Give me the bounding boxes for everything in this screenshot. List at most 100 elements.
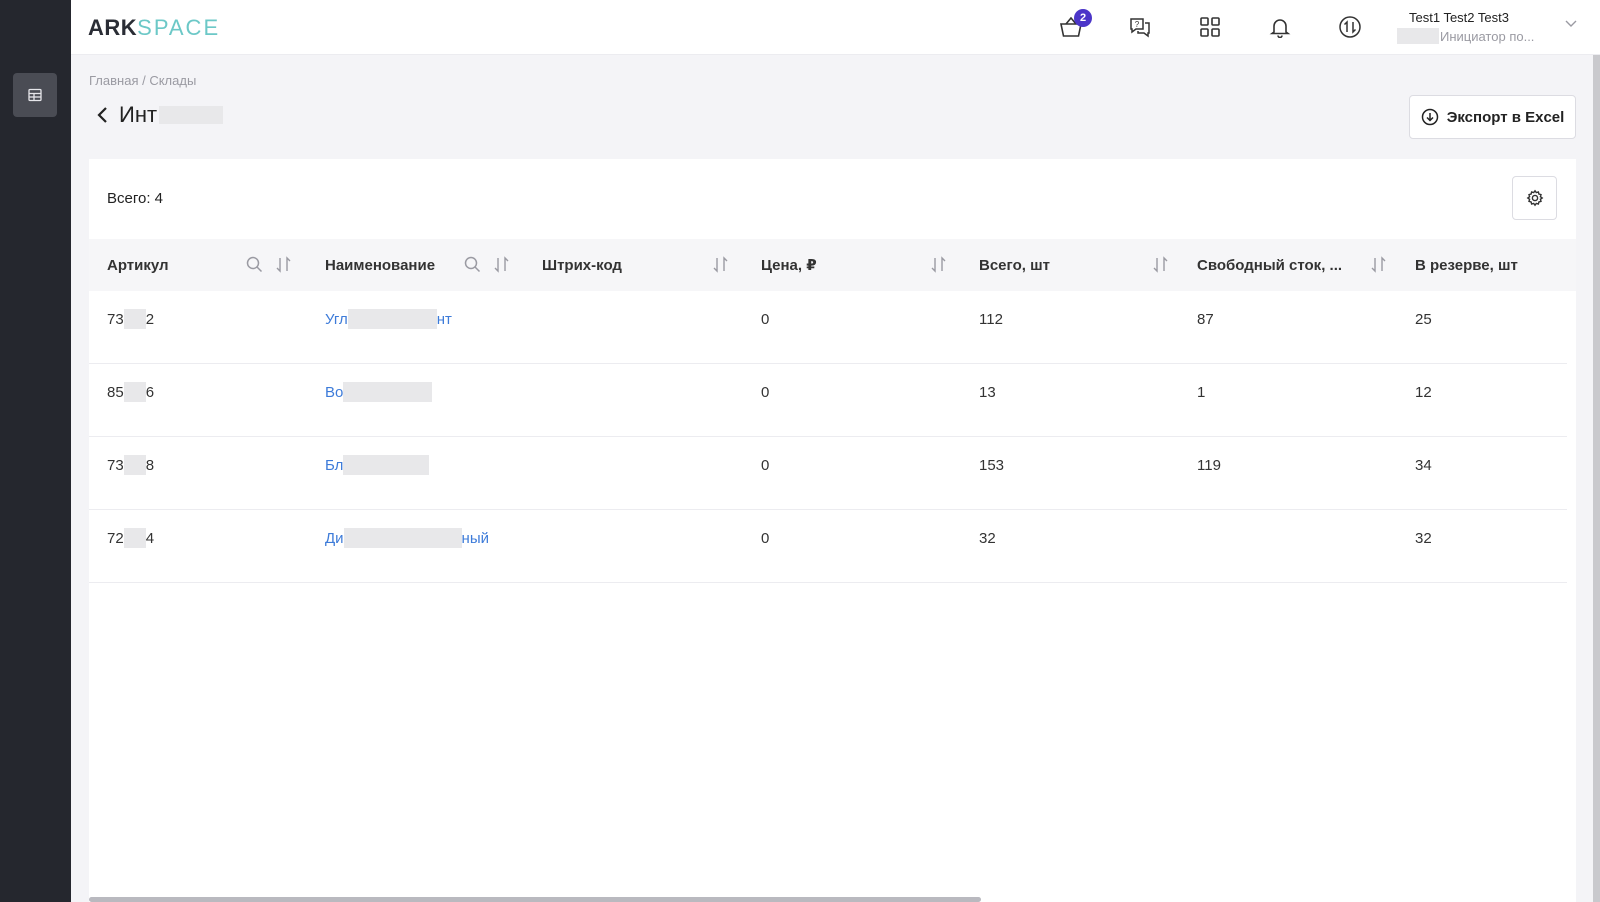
search-icon[interactable]: [246, 256, 263, 273]
exchange-icon: [1339, 16, 1361, 38]
name-start: Во: [325, 383, 344, 401]
column-header-name[interactable]: Наименование: [325, 239, 435, 291]
sku-cell: 73 8: [107, 437, 154, 493]
price-cell: 0: [761, 383, 770, 401]
page-title: Инт: [119, 102, 158, 127]
sort-icon[interactable]: [712, 256, 729, 273]
redacted-block: [159, 106, 224, 124]
column-header-reserved[interactable]: В резерве, шт: [1415, 239, 1518, 291]
table-row[interactable]: 73 2 Угл нт 0 112 87 25: [89, 291, 1567, 364]
apps-grid-icon: [1200, 17, 1220, 37]
name-link[interactable]: Ди ный: [325, 510, 489, 566]
user-name: Test1 Test2 Test3: [1409, 10, 1509, 25]
redacted-block: [347, 309, 437, 329]
sort-icon[interactable]: [1370, 256, 1387, 273]
sku-end: 2: [145, 310, 155, 328]
exchange-button[interactable]: [1335, 12, 1365, 42]
table-icon: [28, 88, 42, 102]
table-row[interactable]: 72 4 Ди ный 0 32 32: [89, 510, 1567, 583]
apps-button[interactable]: [1195, 12, 1225, 42]
redacted-block: [123, 309, 146, 329]
horizontal-scrollbar[interactable]: [89, 897, 981, 902]
table-settings-button[interactable]: [1512, 176, 1557, 220]
redacted-block: [343, 455, 430, 475]
warehouse-table-card: Всего: 4 Артикул Наименование Штрих-код …: [89, 159, 1576, 902]
sku-end: 8: [145, 456, 155, 474]
user-menu[interactable]: Test1 Test2 Test3 Инициатор по...: [1397, 10, 1572, 44]
free-stock-cell: 1: [1197, 383, 1206, 401]
sku-cell: 73 2: [107, 291, 154, 347]
logo[interactable]: ARKSPACE: [88, 15, 220, 41]
cart-button[interactable]: 2: [1056, 9, 1092, 42]
sku-end: 4: [145, 529, 155, 547]
search-icon[interactable]: [464, 256, 481, 273]
price-cell: 0: [761, 529, 770, 547]
name-start: Угл: [325, 310, 348, 328]
sku-cell: 85 6: [107, 364, 154, 420]
bell-icon: [1269, 19, 1291, 38]
reserved-cell: 12: [1415, 383, 1432, 401]
download-icon: [1421, 108, 1438, 126]
name-link[interactable]: Угл нт: [325, 291, 452, 347]
redacted-block: [123, 455, 146, 475]
sort-icon[interactable]: [275, 256, 292, 273]
total-cell: 153: [979, 456, 1005, 474]
redacted-block: [343, 528, 462, 548]
export-excel-button[interactable]: Экспорт в Excel: [1409, 95, 1576, 139]
reserved-cell: 32: [1415, 529, 1432, 547]
redacted-block: [123, 382, 146, 402]
name-link[interactable]: Во: [325, 364, 433, 420]
redacted-block: [343, 382, 433, 402]
sku-start: 73: [107, 310, 124, 328]
sort-icon[interactable]: [1152, 256, 1169, 273]
price-cell: 0: [761, 310, 770, 328]
gear-icon: [1526, 189, 1543, 207]
name-link[interactable]: Бл: [325, 437, 430, 493]
column-header-free-stock[interactable]: Свободный сток, ...: [1197, 239, 1342, 291]
name-end: нт: [436, 310, 452, 328]
free-stock-cell: 87: [1197, 310, 1214, 328]
logo-part-1: ARK: [88, 15, 138, 40]
redacted-block: [123, 528, 146, 548]
name-start: Бл: [325, 456, 344, 474]
user-role-row: Инициатор по...: [1397, 28, 1572, 44]
sku-start: 85: [107, 383, 124, 401]
reserved-cell: 34: [1415, 456, 1432, 474]
export-label: Экспорт в Excel: [1446, 108, 1565, 126]
help-chat-icon: ?: [1130, 18, 1150, 38]
sidebar: [0, 0, 71, 902]
sku-cell: 72 4: [107, 510, 154, 566]
column-header-sku[interactable]: Артикул: [107, 239, 169, 291]
free-stock-cell: 119: [1197, 456, 1221, 474]
total-count: Всего: 4: [107, 190, 164, 207]
column-header-barcode[interactable]: Штрих-код: [542, 239, 622, 291]
sidebar-item-warehouse[interactable]: [13, 73, 57, 117]
name-start: Ди: [325, 529, 344, 547]
total-cell: 32: [979, 529, 996, 547]
reserved-cell: 25: [1415, 310, 1432, 328]
user-role: Инициатор по...: [1440, 28, 1535, 44]
back-arrow-icon[interactable]: [95, 105, 109, 125]
table-row[interactable]: 85 6 Во 0 13 1 12: [89, 364, 1567, 437]
table-header: Артикул Наименование Штрих-код Цена, ₽ В…: [89, 239, 1576, 291]
total-cell: 13: [979, 383, 996, 401]
price-cell: 0: [761, 456, 770, 474]
sku-start: 72: [107, 529, 124, 547]
help-chat-button[interactable]: ?: [1125, 12, 1155, 42]
cart-badge: 2: [1074, 9, 1092, 27]
vertical-scrollbar[interactable]: [1593, 55, 1600, 902]
name-end: ный: [461, 529, 489, 547]
topbar: ARKSPACE 2 ? Test1 Test2 Test3 Инициатор…: [71, 0, 1600, 55]
column-header-total[interactable]: Всего, шт: [979, 239, 1050, 291]
sort-icon[interactable]: [930, 256, 947, 273]
redacted-block: [1397, 28, 1439, 44]
sku-start: 73: [107, 456, 124, 474]
breadcrumb[interactable]: Главная / Склады: [89, 73, 196, 88]
title-row: Инт: [95, 102, 224, 128]
total-cell: 112: [979, 310, 1003, 328]
sort-icon[interactable]: [493, 256, 510, 273]
table-row[interactable]: 73 8 Бл 0 153 119 34: [89, 437, 1567, 510]
notifications-button[interactable]: [1265, 12, 1295, 42]
column-header-price[interactable]: Цена, ₽: [761, 239, 817, 291]
chevron-down-icon[interactable]: [1565, 18, 1577, 28]
